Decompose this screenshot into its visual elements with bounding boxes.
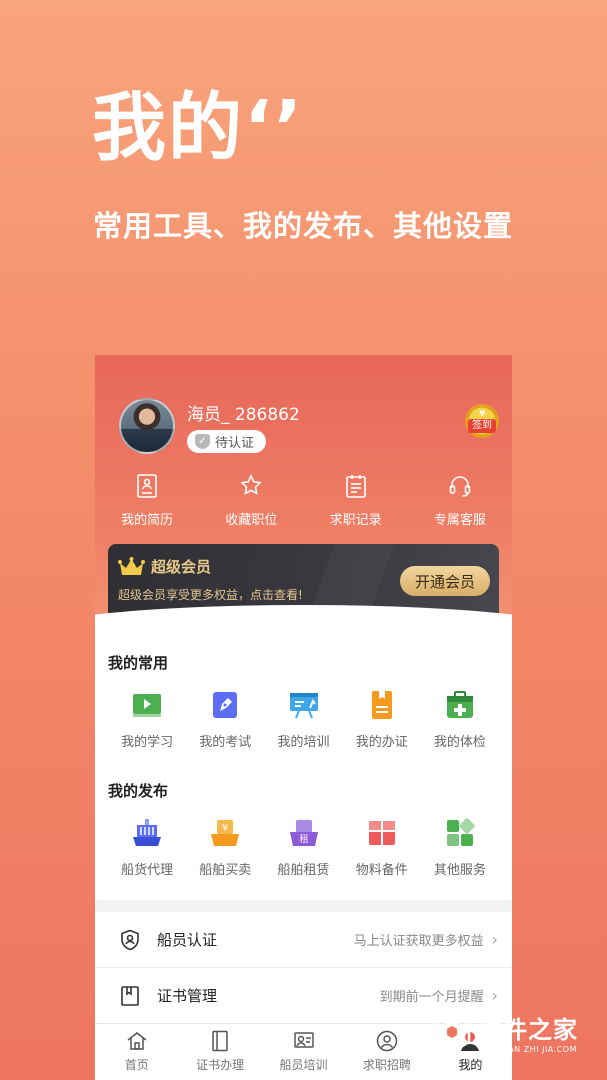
home-icon (127, 1032, 147, 1050)
training-icon (293, 1032, 314, 1048)
tab-home[interactable]: 首页 (95, 1024, 178, 1080)
section-title-common: 我的常用 (108, 654, 169, 672)
crown-icon (118, 557, 145, 575)
publish-item-cargo-agent[interactable]: 船货代理 (108, 818, 186, 883)
publish-item-label: 物料备件 (355, 863, 408, 878)
common-item-medical[interactable]: 我的体检 (421, 690, 499, 755)
watermark-text: 硬件之家 YING JIAN ZHI JIA.COM (478, 1010, 578, 1054)
promo-title: 我的‘’ (92, 85, 305, 171)
common-item-label: 我的培训 (277, 735, 330, 750)
list-row-hint: 马上认证获取更多权益 (353, 934, 484, 949)
phone-screen: 海员_ 286862 ✓ 待认证 ¥ 签到 我的简历 收藏职位 求职记录 专属客… (95, 355, 512, 1080)
promo-subtitle: 常用工具、我的发布、其他设置 (93, 209, 514, 243)
section-title-publish: 我的发布 (108, 782, 169, 800)
tab-training[interactable]: 船员培训 (262, 1024, 345, 1080)
certificate-icon (371, 691, 392, 719)
user-circle-icon (376, 1030, 398, 1052)
publish-item-label: 船舶租赁 (277, 863, 330, 878)
tab-label: 求职招聘 (362, 1058, 411, 1072)
watermark-cn: 硬件之家 (478, 1016, 578, 1044)
auth-status-label: 待认证 (215, 436, 255, 451)
chevron-right-icon: › (491, 930, 498, 949)
checkin-button[interactable]: ¥ 签到 (465, 404, 499, 438)
common-item-certificate[interactable]: 我的办证 (343, 690, 421, 755)
headset-icon (449, 476, 471, 497)
quick-link-label: 我的简历 (121, 513, 174, 528)
list-row-label: 证书管理 (157, 987, 218, 1005)
quick-link-support[interactable]: 专属客服 (408, 473, 512, 533)
publish-row: 船货代理 ¥ 船舶买卖 租 船舶租赁 物料备件 其他服务 (108, 818, 499, 883)
tab-certificates[interactable]: 证书办理 (178, 1024, 261, 1080)
auth-status-badge[interactable]: ✓ 待认证 (187, 430, 267, 453)
quick-link-label: 求职记录 (329, 513, 382, 528)
common-tools-row: 我的学习 我的考试 我的培训 我的办证 我的体检 (108, 690, 499, 755)
book-icon (121, 985, 139, 1006)
parts-box-icon (368, 821, 395, 845)
shield-user-icon (121, 929, 139, 950)
common-item-label: 我的考试 (199, 735, 252, 750)
checkin-coin-icon: ¥ (479, 408, 485, 418)
resume-icon (137, 474, 157, 498)
publish-item-other[interactable]: 其他服务 (421, 818, 499, 883)
publish-item-label: 其他服务 (433, 863, 486, 878)
tab-jobs[interactable]: 求职招聘 (345, 1024, 428, 1080)
shield-check-icon: ✓ (195, 434, 210, 449)
tab-label: 船员培训 (279, 1058, 328, 1072)
star-icon (240, 474, 263, 495)
avatar[interactable] (119, 398, 175, 454)
quick-link-label: 收藏职位 (225, 513, 278, 528)
svg-text:租: 租 (299, 834, 308, 845)
quick-links: 我的简历 收藏职位 求职记录 专属客服 (95, 473, 512, 533)
username: 海员_ 286862 (187, 405, 300, 425)
publish-item-ship-sale[interactable]: ¥ 船舶买卖 (186, 818, 264, 883)
quick-link-resume[interactable]: 我的简历 (95, 473, 199, 533)
svg-text:¥: ¥ (222, 823, 228, 834)
clipboard-icon (345, 475, 366, 498)
common-item-study[interactable]: 我的学习 (108, 690, 186, 755)
certificate-book-icon (212, 1030, 228, 1052)
vip-description: 超级会员享受更多权益，点击查看! (118, 588, 303, 602)
ship-rent-icon: 租 (289, 820, 318, 846)
common-item-label: 我的办证 (355, 735, 408, 750)
quick-link-applications[interactable]: 求职记录 (304, 473, 408, 533)
ship-sale-icon: ¥ (211, 820, 240, 846)
publish-item-label: 船货代理 (121, 863, 174, 878)
pen-icon (213, 692, 238, 718)
list-row-crew-auth[interactable]: 船员认证 马上认证获取更多权益 › (95, 912, 512, 968)
video-icon (133, 694, 162, 717)
publish-item-parts[interactable]: 物料备件 (343, 818, 421, 883)
grid-services-icon (446, 818, 475, 846)
quick-link-label: 专属客服 (433, 513, 486, 528)
quick-link-favorites[interactable]: 收藏职位 (199, 473, 303, 533)
vip-title: 超级会员 (151, 558, 212, 576)
open-membership-button[interactable]: 开通会员 (400, 566, 490, 596)
checkin-label: 签到 (468, 418, 496, 433)
common-item-label: 我的学习 (121, 735, 174, 750)
medical-kit-icon (446, 691, 473, 718)
common-item-exam[interactable]: 我的考试 (186, 690, 264, 755)
hexagon-logo-icon (433, 1010, 471, 1054)
board-icon (289, 693, 318, 719)
list-row-label: 船员认证 (157, 931, 218, 949)
common-item-training[interactable]: 我的培训 (264, 690, 342, 755)
watermark-en: YING JIAN ZHI JIA.COM (478, 1045, 577, 1054)
section-divider (95, 900, 512, 912)
publish-item-label: 船舶买卖 (199, 863, 252, 878)
cargo-ship-icon (133, 819, 162, 846)
tab-label: 首页 (124, 1058, 149, 1072)
publish-item-ship-rent[interactable]: 租 船舶租赁 (264, 818, 342, 883)
tab-label: 证书办理 (196, 1058, 245, 1072)
watermark: 硬件之家 YING JIAN ZHI JIA.COM (432, 1002, 602, 1062)
common-item-label: 我的体检 (433, 735, 486, 750)
